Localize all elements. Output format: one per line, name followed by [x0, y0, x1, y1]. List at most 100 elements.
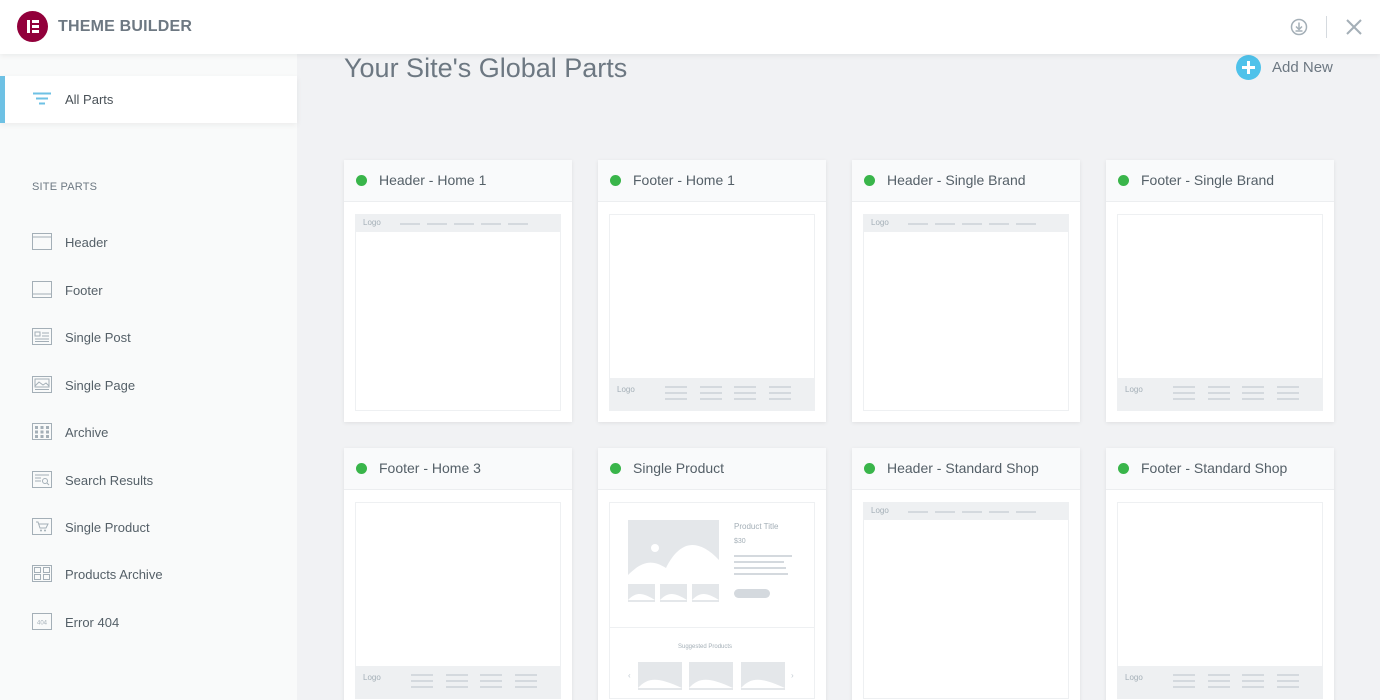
- card-title: Header - Single Brand: [887, 172, 1026, 188]
- sidebar-item-label: Single Product: [65, 520, 150, 535]
- preview-footer-line: [1277, 392, 1299, 394]
- suggested-products-row: ‹ ›: [628, 662, 794, 690]
- download-icon[interactable]: [1289, 17, 1309, 37]
- preview-header-strip: Logo: [356, 215, 560, 232]
- template-card[interactable]: Footer - Home 1 Logo: [598, 160, 826, 422]
- sidebar-item-label: Footer: [65, 283, 103, 298]
- card-title: Single Product: [633, 460, 725, 476]
- svg-text:404: 404: [37, 621, 48, 627]
- preview-add-to-cart: [734, 589, 770, 598]
- sidebar-item-all-parts[interactable]: All Parts: [0, 76, 297, 123]
- sidebar-item-products-archive[interactable]: Products Archive: [0, 554, 297, 594]
- preview-footer-line: [1173, 686, 1195, 688]
- preview-footer-line: [1277, 674, 1299, 676]
- card-preview: Logo: [355, 502, 561, 699]
- elementor-logo-icon: [17, 11, 48, 42]
- card-title: Footer - Home 1: [633, 172, 735, 188]
- preview-footer-line: [700, 392, 722, 394]
- preview-footer-line: [1277, 686, 1299, 688]
- preview-footer-line: [446, 680, 468, 682]
- preview-footer-line: [446, 674, 468, 676]
- preview-footer-strip: Logo: [356, 666, 560, 698]
- sidebar-item-single-product[interactable]: Single Product: [0, 507, 297, 547]
- preview-logo: Logo: [1125, 673, 1143, 682]
- preview-footer-line: [480, 674, 502, 676]
- preview-footer-line: [1242, 686, 1264, 688]
- preview-footer-line: [665, 386, 687, 388]
- preview-footer-line: [1173, 674, 1195, 676]
- sidebar-item-label: Header: [65, 235, 108, 250]
- preview-header-strip: Logo: [864, 503, 1068, 520]
- card-preview: Logo: [863, 214, 1069, 411]
- preview-text-line: [734, 561, 784, 563]
- status-dot: [356, 463, 367, 474]
- card-header: Footer - Single Brand: [1106, 160, 1334, 202]
- template-card[interactable]: Header - Single Brand Logo: [852, 160, 1080, 422]
- archive-icon: [32, 423, 52, 441]
- preview-footer-line: [700, 398, 722, 400]
- preview-footer-line: [1208, 398, 1230, 400]
- preview-nav-line: [962, 511, 982, 513]
- preview-footer-line: [734, 392, 756, 394]
- add-new-button[interactable]: Add New: [1236, 55, 1336, 81]
- preview-text-line: [734, 573, 788, 575]
- sidebar-item-footer[interactable]: Footer: [0, 270, 297, 310]
- preview-footer-line: [1242, 674, 1264, 676]
- template-card[interactable]: Header - Standard Shop Logo: [852, 448, 1080, 700]
- preview-footer-line: [1208, 386, 1230, 388]
- product-image-placeholder: [628, 520, 719, 602]
- preview-text-line: [734, 555, 792, 557]
- preview-footer-line: [769, 386, 791, 388]
- card-preview: Logo: [1117, 502, 1323, 699]
- card-preview: Logo: [1117, 214, 1323, 411]
- template-card[interactable]: Footer - Single Brand Logo: [1106, 160, 1334, 422]
- template-card[interactable]: Footer - Standard Shop Logo: [1106, 448, 1334, 700]
- card-header: Footer - Home 3: [344, 448, 572, 490]
- card-title: Footer - Standard Shop: [1141, 460, 1288, 476]
- template-card[interactable]: Header - Home 1 Logo: [344, 160, 572, 422]
- preview-nav-line: [508, 223, 528, 225]
- preview-footer-line: [1173, 398, 1195, 400]
- sidebar-item-search-results[interactable]: Search Results: [0, 460, 297, 500]
- sidebar-item-header[interactable]: Header: [0, 222, 297, 262]
- svg-text:›: ›: [791, 671, 794, 680]
- preview-nav-line: [935, 223, 955, 225]
- preview-footer-line: [734, 386, 756, 388]
- template-card[interactable]: Single Product Product Title $30 Suggest…: [598, 448, 826, 700]
- template-card[interactable]: Footer - Home 3 Logo: [344, 448, 572, 700]
- sidebar-item-label: Error 404: [65, 615, 120, 630]
- card-header: Footer - Standard Shop: [1106, 448, 1334, 490]
- preview-footer-line: [411, 686, 433, 688]
- card-header: Header - Single Brand: [852, 160, 1080, 202]
- preview-footer-line: [515, 686, 537, 688]
- sidebar-item-single-post[interactable]: Single Post: [0, 317, 297, 357]
- search-results-icon: [32, 471, 52, 489]
- preview-footer-line: [769, 392, 791, 394]
- sidebar-item-single-page[interactable]: Single Page: [0, 365, 297, 405]
- status-dot: [1118, 175, 1129, 186]
- preview-nav-line: [989, 223, 1009, 225]
- preview-nav-line: [1016, 223, 1036, 225]
- card-title: Footer - Single Brand: [1141, 172, 1275, 188]
- topbar-divider: [1326, 16, 1327, 38]
- card-header: Header - Standard Shop: [852, 448, 1080, 490]
- card-header: Header - Home 1: [344, 160, 572, 202]
- preview-footer-line: [1277, 680, 1299, 682]
- preview-text-line: [734, 567, 786, 569]
- close-icon[interactable]: [1344, 17, 1364, 37]
- single-post-icon: [32, 328, 52, 346]
- preview-divider: [610, 627, 814, 628]
- svg-text:‹: ‹: [628, 671, 631, 680]
- section-title: SITE PARTS: [32, 181, 98, 193]
- preview-footer-line: [480, 686, 502, 688]
- filter-icon: [33, 92, 51, 111]
- card-header: Footer - Home 1: [598, 160, 826, 202]
- preview-logo: Logo: [871, 218, 889, 227]
- status-dot: [610, 175, 621, 186]
- sidebar-item-error-404[interactable]: 404 Error 404: [0, 602, 297, 642]
- preview-product-title: Product Title: [734, 522, 779, 531]
- card-title: Header - Home 1: [379, 172, 487, 188]
- sidebar-item-archive[interactable]: Archive: [0, 412, 297, 452]
- plus-icon: [1236, 55, 1261, 80]
- sidebar-item-label: All Parts: [65, 92, 114, 107]
